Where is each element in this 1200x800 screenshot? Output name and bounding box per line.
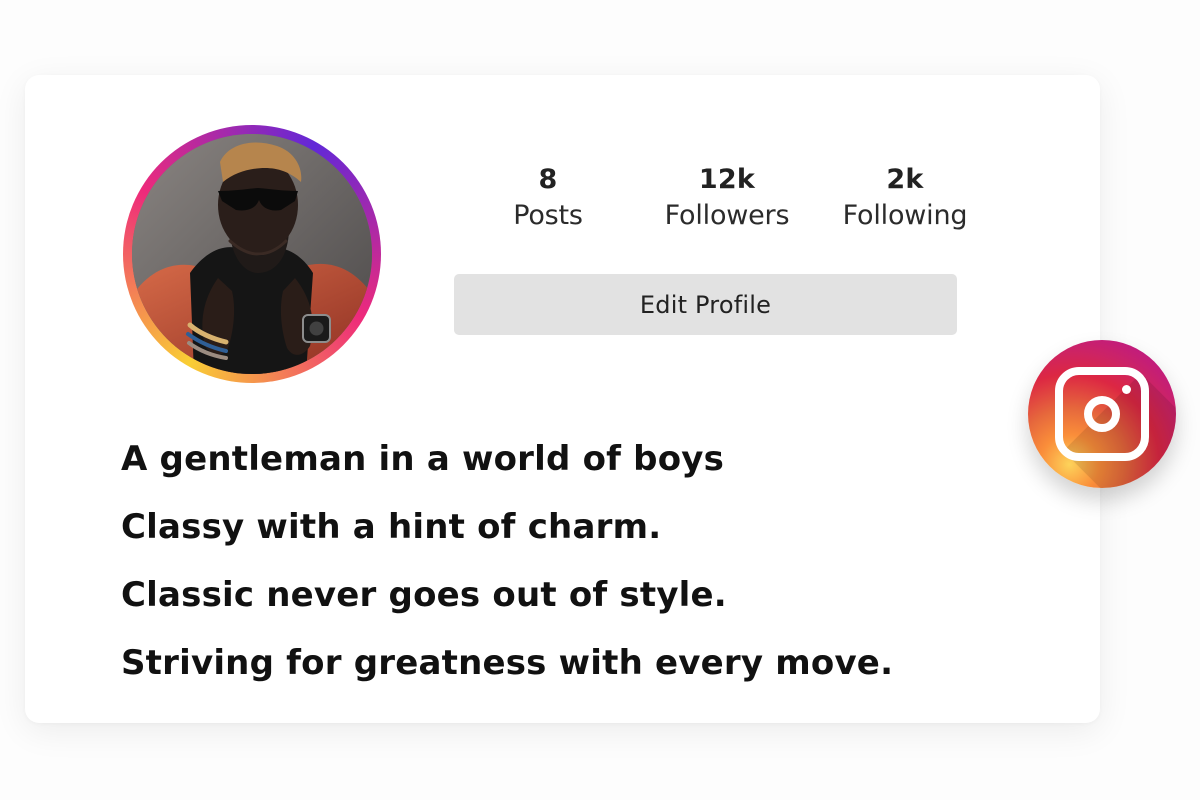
avatar [132,134,372,374]
posts-label: Posts [513,200,583,231]
edit-profile-button[interactable]: Edit Profile [454,274,957,335]
profile-card: 8 Posts 12k Followers 2k Following Edit … [25,75,1100,723]
bio-line: Classy with a hint of charm. [121,507,662,547]
following-count: 2k [886,164,924,195]
followers-stat[interactable]: 12k Followers [647,162,807,234]
bio-line: Striving for greatness with every move. [121,643,894,683]
profile-stats: 8 Posts 12k Followers 2k Following [475,162,995,242]
instagram-icon [1028,340,1176,488]
bio-line: A gentleman in a world of boys [121,439,725,479]
camera-dot-icon [1122,385,1131,394]
followers-count: 12k [698,164,756,195]
followers-label: Followers [664,200,790,231]
posts-count: 8 [538,164,558,195]
avatar-story-ring[interactable] [123,125,381,383]
following-stat[interactable]: 2k Following [825,162,985,234]
page: 8 Posts 12k Followers 2k Following Edit … [0,0,1200,800]
following-label: Following [842,200,968,231]
profile-bio: A gentleman in a world of boys Classy wi… [121,425,1021,697]
camera-lens-icon [1084,396,1120,432]
posts-stat[interactable]: 8 Posts [468,162,628,234]
bio-line: Classic never goes out of style. [121,575,727,615]
profile-photo-illustration [132,134,372,374]
camera-glyph-icon [1055,367,1149,461]
